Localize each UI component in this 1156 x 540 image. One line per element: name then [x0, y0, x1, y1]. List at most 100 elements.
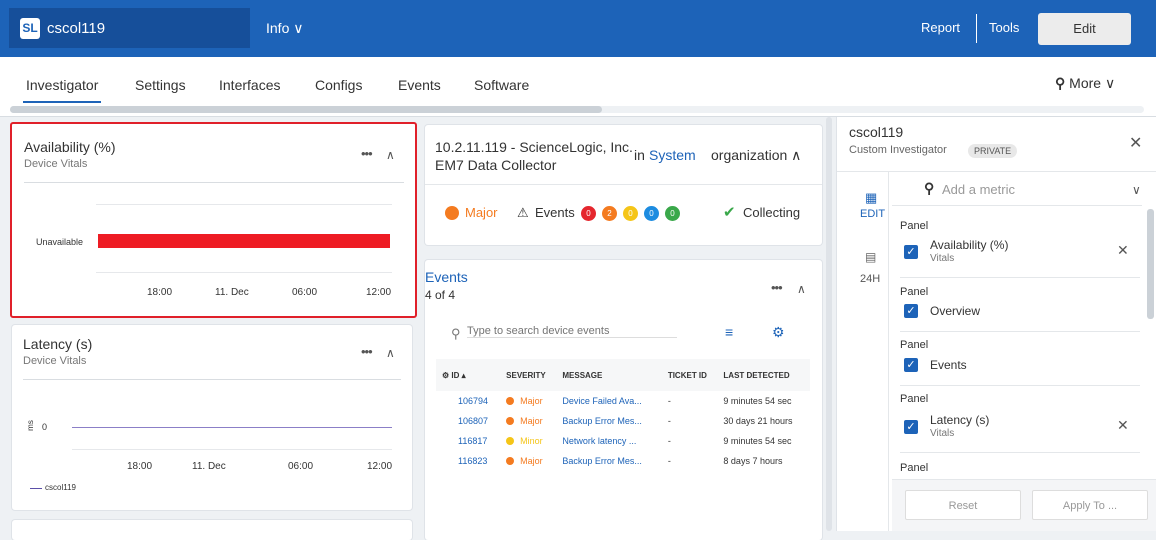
- close-icon[interactable]: ✕: [1129, 133, 1142, 153]
- collapse-icon[interactable]: ∧: [386, 148, 395, 162]
- event-count-badge[interactable]: 0: [581, 206, 596, 221]
- event-id[interactable]: 106794: [436, 391, 500, 411]
- org-link[interactable]: System: [649, 147, 696, 163]
- device-header: SL cscol119: [9, 8, 250, 48]
- x-tick: 06:00: [288, 461, 314, 472]
- warning-icon: ⚠: [517, 205, 529, 220]
- panel-scrollbar[interactable]: [1147, 209, 1154, 319]
- tab-interfaces[interactable]: Interfaces: [219, 77, 280, 93]
- event-message[interactable]: Device Failed Ava...: [556, 391, 661, 411]
- table-row[interactable]: 106807 Major Backup Error Mes... - 30 days 2…: [436, 411, 810, 431]
- legend-label[interactable]: cscol119: [45, 483, 76, 492]
- checkbox-latency[interactable]: ✓: [904, 420, 918, 434]
- event-count-badge[interactable]: 0: [665, 206, 680, 221]
- panel-label: Panel: [900, 220, 929, 232]
- panel-footer: Reset Apply To ...: [892, 479, 1156, 531]
- tab-investigator[interactable]: Investigator: [22, 77, 102, 103]
- panel-item-label: Overview: [930, 304, 981, 318]
- severity-dot: [506, 457, 515, 465]
- card-subtitle: Device Vitals: [23, 355, 87, 367]
- column-last-detected[interactable]: LAST DETECTED: [717, 359, 810, 391]
- reset-button[interactable]: Reset: [905, 490, 1021, 520]
- row-label: Unavailable: [36, 237, 84, 247]
- event-id[interactable]: 116817: [436, 431, 500, 451]
- availability-card: Availability (%) Device Vitals ••• ∧ Una…: [10, 122, 417, 318]
- severity-label: Major: [465, 205, 498, 220]
- more-menu[interactable]: ⚲ More ∨: [1055, 75, 1115, 92]
- tab-settings[interactable]: Settings: [135, 77, 186, 93]
- checkbox-availability[interactable]: ✓: [904, 245, 918, 259]
- divider: [900, 277, 1140, 278]
- remove-icon[interactable]: ✕: [1117, 242, 1129, 259]
- column-message[interactable]: MESSAGE: [556, 359, 662, 391]
- table-row[interactable]: 106794 Major Device Failed Ava... - 9 minute…: [436, 391, 810, 411]
- event-message[interactable]: Backup Error Mes...: [556, 451, 661, 471]
- divider: [24, 182, 404, 183]
- remove-icon[interactable]: ✕: [1117, 417, 1129, 434]
- calendar-icon[interactable]: ▤: [865, 250, 876, 264]
- card-subtitle: Device Vitals: [24, 158, 88, 170]
- tab-events[interactable]: Events: [398, 77, 441, 93]
- main-scrollbar-track[interactable]: [825, 117, 833, 531]
- panel-device-name: cscol119: [849, 124, 904, 140]
- event-severity: Minor: [500, 431, 556, 451]
- table-row[interactable]: 116823 Major Backup Error Mes... - 8 days 7 …: [436, 451, 810, 471]
- divider: [900, 331, 1140, 332]
- report-link[interactable]: Report: [921, 20, 960, 35]
- sciencelogic-logo: SL: [20, 18, 40, 39]
- org-in-text: in: [634, 147, 645, 163]
- y-axis-label: ms: [25, 420, 35, 431]
- gear-icon[interactable]: ⚙: [442, 371, 449, 380]
- next-card: [12, 520, 412, 540]
- severity-dot: [506, 397, 515, 405]
- event-id[interactable]: 106807: [436, 411, 500, 431]
- apply-to-button[interactable]: Apply To ...: [1032, 490, 1148, 520]
- panel-label: Panel: [900, 393, 929, 405]
- event-id[interactable]: 116823: [436, 451, 500, 471]
- tab-scrollbar-thumb[interactable]: [10, 106, 602, 113]
- event-severity: Major: [500, 451, 556, 471]
- x-tick: 11. Dec: [215, 287, 249, 298]
- gear-icon[interactable]: ⚙: [772, 324, 785, 341]
- collapse-icon[interactable]: ∧: [797, 282, 806, 296]
- edit-icon[interactable]: ▦: [865, 190, 877, 206]
- column-ticket[interactable]: TICKET ID: [661, 359, 718, 391]
- collapse-icon[interactable]: ∧: [386, 346, 395, 360]
- info-menu[interactable]: Info ∨: [266, 20, 304, 37]
- tab-software[interactable]: Software: [474, 77, 529, 93]
- more-label: More ∨: [1069, 75, 1116, 91]
- panel-item-sub: Vitals: [930, 253, 955, 264]
- event-message[interactable]: Network latency ...: [556, 431, 661, 451]
- tab-bar: Investigator Settings Interfaces Configs…: [0, 57, 1156, 117]
- column-severity[interactable]: SEVERITY: [500, 359, 557, 391]
- more-options-icon[interactable]: •••: [361, 146, 373, 161]
- panel-label: Panel: [900, 339, 929, 351]
- event-severity: Major: [500, 411, 556, 431]
- add-metric-input[interactable]: Add a metric: [942, 182, 1015, 197]
- tab-configs[interactable]: Configs: [315, 77, 362, 93]
- tab-scrollbar[interactable]: [10, 106, 1144, 113]
- events-search-input[interactable]: [467, 325, 677, 338]
- event-count-badge[interactable]: 2: [602, 206, 617, 221]
- table-row[interactable]: 116817 Minor Network latency ... - 9 minutes…: [436, 431, 810, 451]
- event-count-badge[interactable]: 0: [623, 206, 638, 221]
- checkbox-overview[interactable]: ✓: [904, 304, 918, 318]
- checkbox-events[interactable]: ✓: [904, 358, 918, 372]
- more-options-icon[interactable]: •••: [361, 344, 373, 359]
- event-last-detected: 9 minutes 54 sec: [723, 436, 792, 446]
- search-icon: ⚲: [924, 180, 935, 196]
- tools-link[interactable]: Tools: [989, 20, 1019, 35]
- main-scrollbar-thumb[interactable]: [826, 117, 832, 531]
- private-badge: PRIVATE: [968, 144, 1018, 158]
- list-icon[interactable]: ≡: [725, 324, 733, 340]
- series-line: [72, 427, 392, 428]
- edit-button[interactable]: Edit: [1038, 13, 1131, 45]
- events-title[interactable]: Events: [425, 269, 468, 285]
- range-label[interactable]: 24H: [860, 273, 880, 285]
- event-message[interactable]: Backup Error Mes...: [556, 411, 661, 431]
- more-options-icon[interactable]: •••: [771, 280, 783, 295]
- event-count-badge[interactable]: 0: [644, 206, 659, 221]
- edit-label[interactable]: EDIT: [860, 208, 885, 220]
- column-id[interactable]: ⚙ ID ▴: [436, 359, 501, 391]
- chevron-down-icon[interactable]: ∨: [1132, 183, 1141, 197]
